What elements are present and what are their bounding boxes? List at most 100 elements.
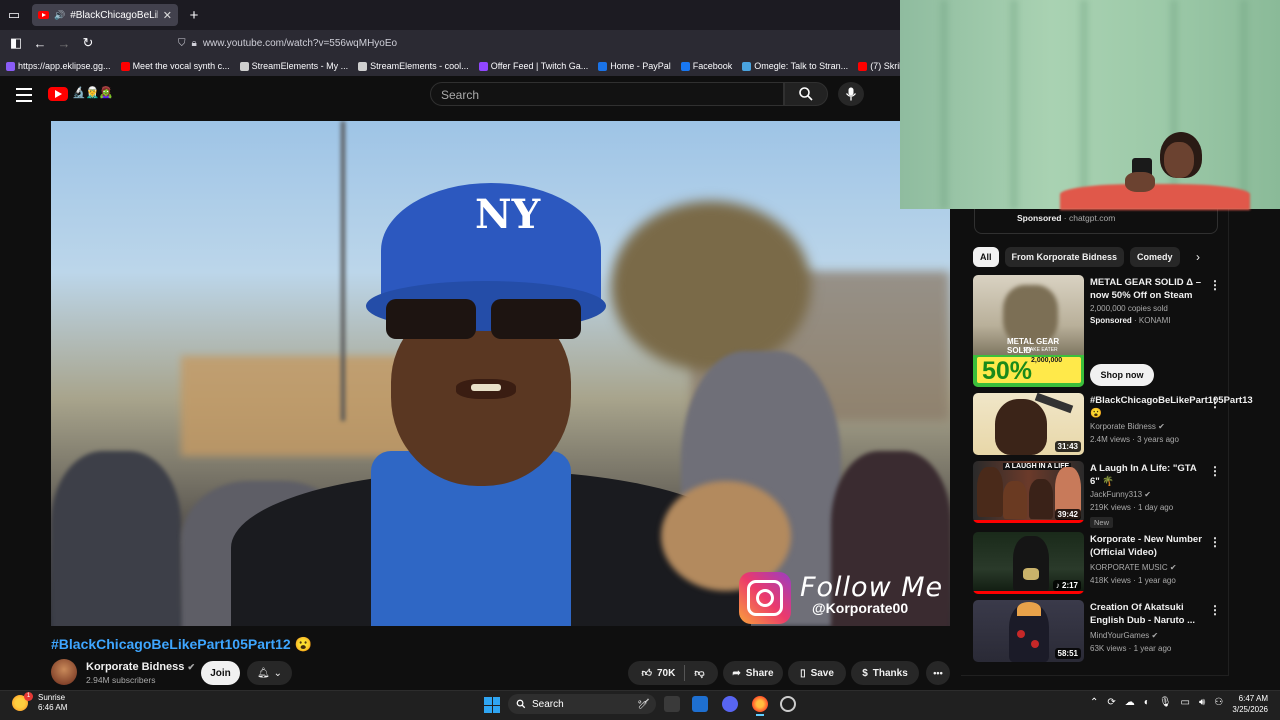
bookmark-item[interactable]: (7) Skrilla - Rich Sinner...	[858, 61, 900, 71]
sync-icon[interactable]: ⟳	[1107, 697, 1115, 708]
shop-now-button[interactable]: Shop now	[1090, 364, 1154, 386]
back-icon[interactable]: ←	[28, 31, 52, 55]
channel-name-text[interactable]: MindYourGames	[1090, 631, 1149, 640]
video-duration: ♪ 2:17	[1052, 580, 1081, 591]
media-icon[interactable]: ◐	[1144, 697, 1150, 708]
thanks-button[interactable]: $ Thanks	[851, 661, 919, 685]
bookmark-item[interactable]: StreamElements - cool...	[358, 61, 469, 71]
ad-thumbnail[interactable]: METAL GEAR SOLID SNAKE EATER 50% OFF 2,0…	[973, 275, 1084, 387]
list-item[interactable]: 31:43 #BlackChicagoBeLikePart105Part13 😮…	[973, 393, 1253, 457]
more-options-icon[interactable]: ⋮	[1209, 464, 1221, 478]
more-actions-button[interactable]: •••	[926, 661, 950, 685]
channel-name-text[interactable]: Korporate Bidness	[1090, 422, 1156, 431]
speaker-icon[interactable]: 🔊	[54, 10, 65, 21]
notifications-button[interactable]: 🔔︎ ⌄	[247, 661, 292, 685]
bookmark-item[interactable]: Meet the vocal synth c...	[120, 61, 230, 71]
video-duration: 31:43	[1054, 441, 1081, 452]
tab-list-icon[interactable]: ▭	[2, 3, 26, 27]
video-title[interactable]: #BlackChicagoBeLikePart105Part13 😮	[1090, 395, 1253, 420]
video-thumbnail[interactable]: ♪ 2:17	[973, 532, 1084, 594]
list-item[interactable]: A LAUGH IN A LIFE 39:42 A Laugh In A Lif…	[973, 461, 1223, 528]
more-options-icon[interactable]: ⋮	[1209, 603, 1221, 617]
lock-icon[interactable]: 🔒︎	[192, 38, 197, 49]
video-title[interactable]: A Laugh In A Life: "GTA 6" 🌴	[1090, 463, 1205, 488]
bookmark-item[interactable]: Facebook	[680, 61, 733, 71]
channel-name[interactable]: Korporate Bidness ✔	[86, 661, 195, 673]
channel-name-text[interactable]: KORPORATE MUSIC	[1090, 563, 1168, 572]
app-icon[interactable]	[780, 696, 796, 712]
video-thumbnail[interactable]: A LAUGH IN A LIFE 39:42	[973, 461, 1084, 523]
sponsored-card[interactable]: Sponsored · chatgpt.com	[974, 208, 1218, 234]
youtube-logo[interactable]	[48, 87, 68, 101]
voice-search-button[interactable]	[838, 82, 864, 106]
windows-start-icon[interactable]	[484, 697, 500, 713]
sidebar-toggle-icon[interactable]: ◧	[4, 31, 28, 55]
bookmark-item[interactable]: Offer Feed | Twitch Ga...	[478, 61, 588, 71]
url-text[interactable]: www.youtube.com/watch?v=556wqMHyoEo	[203, 38, 397, 49]
photo-app-icon[interactable]	[692, 696, 708, 712]
firefox-icon[interactable]	[752, 696, 768, 712]
video-thumbnail[interactable]: 31:43	[973, 393, 1084, 455]
forward-icon[interactable]: →	[52, 31, 76, 55]
channel-name[interactable]: MindYourGames ✔	[1090, 631, 1158, 640]
menu-icon[interactable]	[16, 88, 32, 106]
more-options-icon[interactable]: ⋮	[1209, 535, 1221, 549]
channel-name[interactable]: JackFunny313 ✔	[1090, 490, 1151, 499]
bookmark-label: Facebook	[692, 61, 733, 71]
chip-comedy[interactable]: Comedy	[1130, 247, 1180, 267]
video-player[interactable]: NY	[51, 121, 950, 626]
weather-widget[interactable]: Sunrise 6:46 AM	[12, 692, 67, 713]
bookmark-item[interactable]: StreamElements - My ...	[239, 61, 348, 71]
sponsored-card-domain[interactable]: · chatgpt.com	[1064, 213, 1116, 223]
bookmark-item[interactable]: Omegle: Talk to Stran...	[742, 61, 848, 71]
ad-recommendation[interactable]: METAL GEAR SOLID SNAKE EATER 50% OFF 2,0…	[973, 275, 1223, 390]
join-button[interactable]: Join	[201, 661, 240, 685]
save-button[interactable]: ▯ Save	[788, 661, 846, 685]
share-button[interactable]: ➦ Share	[723, 661, 783, 685]
channel-name[interactable]: KORPORATE MUSIC ✔	[1090, 563, 1177, 572]
logo-doodle-emoji[interactable]: 🔬🧝‍♂️🧟‍♀️	[72, 86, 113, 99]
microphone-icon[interactable]: 🎙︎	[1159, 697, 1172, 708]
video-title[interactable]: Creation Of Akatsuki English Dub - Narut…	[1090, 602, 1205, 627]
video-thumbnail[interactable]: 58:51	[973, 600, 1084, 662]
shield-icon[interactable]: ⛉	[178, 38, 186, 49]
dislike-button[interactable]: 👎︎	[694, 667, 704, 679]
video-title[interactable]: Korporate - New Number (Official Video)	[1090, 534, 1205, 559]
search-button[interactable]	[784, 82, 828, 106]
channel-name-text[interactable]: JackFunny313	[1090, 490, 1142, 499]
list-item[interactable]: ♪ 2:17 Korporate - New Number (Official …	[973, 532, 1223, 596]
discord-icon[interactable]	[722, 696, 738, 712]
browser-tab-active[interactable]: 🔊 #BlackChicagoBeLikePart10 ✕	[32, 4, 178, 26]
chevron-right-icon[interactable]: ›	[1196, 250, 1200, 264]
volume-icon[interactable]: 🔊︎	[1199, 697, 1205, 708]
reload-icon[interactable]: ↻	[76, 31, 100, 55]
search-input[interactable]: Search	[430, 82, 784, 106]
channel-name-text[interactable]: Korporate Bidness	[86, 661, 184, 673]
channel-name[interactable]: Korporate Bidness ✔	[1090, 422, 1165, 431]
ad-thumbnail-figure	[1003, 285, 1058, 345]
bookmark-item[interactable]: https://app.eklipse.gg...	[6, 61, 111, 71]
video-meta: 63K views · 1 year ago	[1090, 644, 1172, 653]
taskbar-search[interactable]: Search 🏏︎	[508, 694, 656, 714]
chip-all[interactable]: All	[973, 247, 999, 267]
more-options-icon[interactable]: ⋮	[1209, 278, 1221, 292]
network-icon[interactable]: ▭	[1181, 697, 1190, 708]
chevron-up-icon[interactable]: ⌃	[1090, 697, 1098, 708]
background-tree	[611, 201, 811, 371]
video-title[interactable]: #BlackChicagoBeLikePart105Part12 😮	[51, 636, 312, 653]
channel-avatar[interactable]	[51, 659, 77, 685]
chip-from-channel[interactable]: From Korporate Bidness	[1004, 247, 1125, 267]
taskbar-clock[interactable]: 6:47 AM 3/25/2026	[1222, 693, 1268, 715]
list-item[interactable]: 58:51 Creation Of Akatsuki English Dub -…	[973, 600, 1223, 664]
browser-tab-bar: ▭ 🔊 #BlackChicagoBeLikePart10 ✕ +	[0, 0, 900, 30]
like-button[interactable]: 👍︎ 70K	[642, 667, 676, 680]
cloud-icon[interactable]: ☁	[1125, 697, 1135, 708]
task-view-icon[interactable]	[664, 696, 680, 712]
thumbnail-person-3	[1029, 479, 1053, 519]
url-bar[interactable]: ⛉ 🔒︎ www.youtube.com/watch?v=556wqMHyoEo	[178, 33, 898, 53]
ad-title[interactable]: METAL GEAR SOLID Δ – now 50% Off on Stea…	[1090, 277, 1205, 302]
bookmark-item[interactable]: Home - PayPal	[598, 61, 671, 71]
more-options-icon[interactable]: ⋮	[1209, 396, 1221, 410]
close-tab-icon[interactable]: ✕	[163, 9, 172, 22]
new-tab-icon[interactable]: +	[182, 3, 206, 27]
